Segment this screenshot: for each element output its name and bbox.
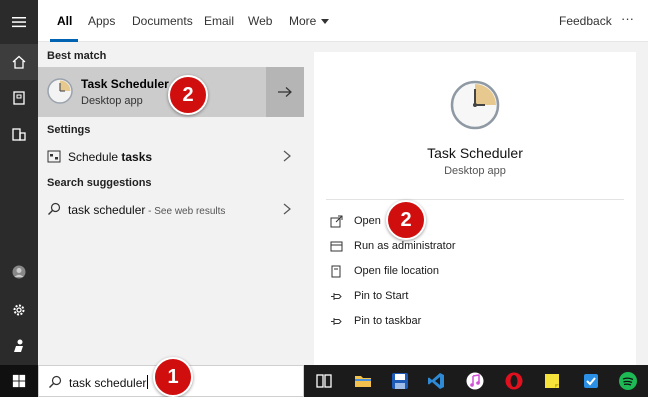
todo-icon[interactable] [581,371,601,391]
settings-result-item[interactable]: Schedule tasks [38,143,304,169]
windows-start-button[interactable] [0,365,38,397]
settings-result-label: Schedule tasks [68,150,152,164]
building-icon [12,128,26,141]
save-app-icon[interactable] [390,371,410,391]
settings-button[interactable] [0,292,38,328]
run-as-admin-action[interactable]: Run as administrator [330,238,530,256]
windows-logo-icon [12,374,26,388]
open-icon [330,215,343,228]
run-as-admin-label: Run as administrator [354,240,456,252]
feedback-hub-button[interactable] [0,328,38,364]
task-scheduler-icon [47,78,73,104]
search-icon [48,202,61,215]
pin-icon [331,318,342,325]
home-icon [12,55,26,69]
avatar-icon [12,265,26,279]
tab-email[interactable]: Email [204,14,234,28]
gear-icon [13,304,25,316]
settings-heading: Settings [47,124,91,136]
pin-to-start-action[interactable]: Pin to Start [330,288,530,306]
pin-to-taskbar-action[interactable]: Pin to taskbar [330,313,530,331]
home-button[interactable] [0,44,38,80]
chevron-right-icon [283,203,291,215]
filter-tabs: All Apps Documents Email Web More Feedba… [38,0,648,42]
spotify-icon[interactable] [618,371,638,391]
web-suggestion-item[interactable]: task scheduler - See web results [38,196,304,222]
tab-documents[interactable]: Documents [132,14,193,28]
notebook-icon [13,91,25,105]
detail-pane: Task Scheduler Desktop app Open Run as a… [314,52,636,365]
itunes-icon[interactable] [465,371,485,391]
user-avatar-button[interactable] [0,254,38,290]
detail-subtitle: Desktop app [444,165,506,177]
schedule-tasks-icon [47,150,61,163]
search-input-value: task scheduler [69,376,147,390]
tab-apps[interactable]: Apps [88,14,115,28]
callout-badge: 2 [168,75,208,115]
task-scheduler-large-icon [450,80,500,130]
arrow-right-icon [278,87,292,97]
text-caret [147,375,149,389]
search-input[interactable]: task scheduler [69,375,149,390]
web-suggestion-label: task scheduler - See web results [68,203,225,217]
chevron-down-icon [321,19,330,25]
detail-title: Task Scheduler [427,145,523,161]
tab-more[interactable]: More [289,14,330,28]
best-match-subtitle: Desktop app [81,95,143,107]
search-icon [49,375,62,388]
web-suggestion-text: task scheduler [68,203,146,217]
pin-icon [331,293,342,300]
hamburger-menu-button[interactable] [0,4,38,40]
settings-result-match: tasks [121,150,153,164]
chevron-right-icon [283,150,291,162]
sticky-notes-icon[interactable] [542,371,562,391]
file-location-icon [331,265,341,278]
vscode-icon[interactable] [426,371,446,391]
documents-button[interactable] [0,80,38,116]
open-file-location-label: Open file location [354,265,439,277]
detail-divider [326,199,624,200]
best-match-title: Task Scheduler [81,77,169,91]
tab-more-label: More [289,14,317,28]
tab-all[interactable]: All [57,14,72,28]
open-action[interactable]: Open [330,213,530,231]
hamburger-icon [12,17,26,28]
tab-web[interactable]: Web [248,14,272,28]
open-action-label: Open [354,215,381,227]
more-options-button[interactable]: ··· [621,11,634,26]
tasks-button[interactable] [0,116,38,152]
start-rail [0,0,38,365]
opera-icon[interactable] [504,371,524,391]
search-panel: All Apps Documents Email Web More Feedba… [38,0,648,365]
callout-badge: 1 [153,357,193,397]
task-view-icon[interactable] [314,371,334,391]
pin-to-start-label: Pin to Start [354,290,409,302]
callout-badge: 2 [386,200,426,240]
settings-result-prefix: Schedule [68,150,122,164]
admin-shield-icon [330,241,343,252]
person-feedback-icon [14,339,23,352]
taskbar [304,365,648,397]
file-explorer-icon[interactable] [353,371,373,391]
web-suggestion-hint: - See web results [145,206,226,217]
feedback-link[interactable]: Feedback [559,14,612,28]
expand-details-button[interactable] [266,67,304,117]
open-file-location-action[interactable]: Open file location [330,263,530,281]
best-match-heading: Best match [47,50,107,62]
suggestions-heading: Search suggestions [47,177,152,189]
pin-to-taskbar-label: Pin to taskbar [354,315,422,327]
